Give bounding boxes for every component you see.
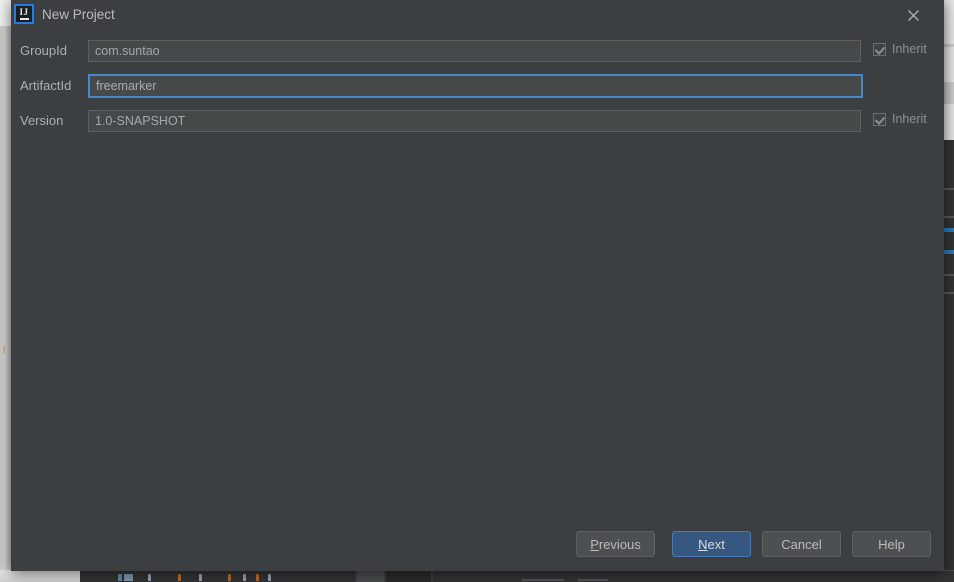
version-inherit-checkbox[interactable]: Inherit (873, 112, 927, 127)
background-bottom-tick (522, 579, 564, 581)
inherit-label: Inherit (892, 42, 927, 56)
help-button-label: Help (878, 536, 905, 552)
background-bottom-tick (578, 579, 608, 581)
cancel-button[interactable]: Cancel (762, 531, 841, 557)
checkbox-checked-icon (873, 113, 886, 126)
background-bottom-tick (268, 574, 271, 581)
background-bottom-panel-4 (433, 570, 954, 582)
background-bottom-tick (228, 574, 231, 581)
close-icon (907, 9, 919, 21)
next-button[interactable]: Next (672, 531, 751, 557)
version-input[interactable] (88, 110, 861, 132)
background-bottom-tick (199, 574, 202, 581)
background-left-marker: ⌇ (2, 345, 7, 355)
artifactid-label: ArtifactId (20, 78, 72, 93)
background-bottom-panel-2 (357, 570, 384, 582)
version-label: Version (20, 113, 64, 128)
groupid-inherit-checkbox[interactable]: Inherit (873, 42, 927, 57)
background-left-notch (0, 0, 11, 26)
field-row: GroupId Inherit (11, 40, 944, 62)
dialog-title: New Project (42, 7, 115, 22)
background-bottom-tick (256, 574, 259, 581)
close-button[interactable] (892, 0, 934, 30)
background-bottom-left-strip (0, 570, 80, 582)
background-bottom-tick (118, 574, 122, 581)
background-bottom-tick (148, 574, 151, 581)
background-left-panel (0, 0, 11, 572)
inherit-label: Inherit (892, 112, 927, 126)
new-project-dialog: IJ New Project GroupId Inherit ArtifactI… (11, 0, 944, 571)
cancel-button-label: Cancel (781, 536, 822, 552)
help-button[interactable]: Help (852, 531, 931, 557)
groupid-label: GroupId (20, 43, 67, 58)
app-icon-text: IJ (19, 7, 29, 17)
background-bottom-bar (0, 570, 954, 582)
previous-button[interactable]: Previous (576, 531, 655, 557)
groupid-input[interactable] (88, 40, 861, 62)
background-bottom-tick (124, 574, 133, 581)
background-bottom-panel-3 (386, 570, 431, 582)
field-row: ArtifactId (11, 74, 944, 98)
dialog-titlebar: IJ New Project (11, 0, 944, 30)
previous-button-label: revious (598, 536, 641, 552)
intellij-idea-icon: IJ (14, 4, 34, 24)
artifactid-input[interactable] (88, 74, 863, 98)
checkbox-checked-icon (873, 43, 886, 56)
project-coordinates-form: GroupId Inherit ArtifactId Version Inher… (11, 30, 944, 571)
dialog-button-bar: Previous Next Cancel Help (11, 525, 944, 571)
app-icon-bar (19, 18, 29, 20)
background-bottom-tick (178, 574, 181, 581)
previous-button-mnemonic: P (590, 536, 599, 552)
next-button-mnemonic: N (698, 536, 708, 552)
next-button-label: ext (707, 536, 725, 552)
background-bottom-tick (243, 574, 246, 581)
field-row: Version Inherit (11, 110, 944, 132)
